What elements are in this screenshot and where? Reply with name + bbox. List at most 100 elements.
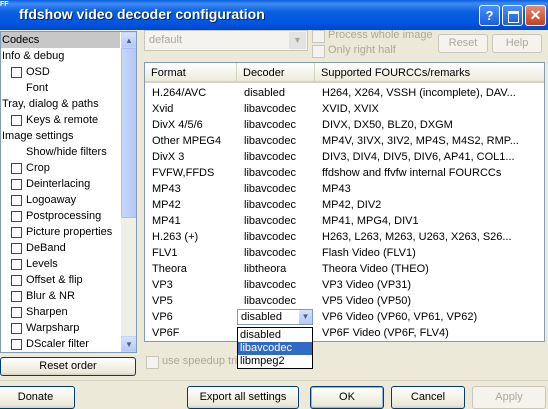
tree-item-label: DeBand [26,242,66,254]
tree-item[interactable]: Tray, dialog & paths [1,96,120,112]
codec-row[interactable]: Xvid libavcodec XVID, XVIX [145,101,544,117]
filter-checkbox[interactable] [11,211,22,222]
codec-row[interactable]: Theora libtheora Theora Video (THEO) [145,261,544,277]
help-title-button[interactable]: ? [479,5,500,26]
codec-row[interactable]: DivX 3 libavcodec DIV3, DIV4, DIV5, DIV6, … [145,149,544,165]
codec-row[interactable]: DivX 4/5/6 libavcodec DIVX, DX50, BLZ0, DX… [145,117,544,133]
codec-decoder[interactable]: libavcodec [237,293,315,309]
settings-tree[interactable]: Codecs Info & debug OSD Font Tray, dialog & … [0,31,137,353]
codec-row[interactable]: VP5 libavcodec VP5 Video (VP50) [145,293,544,309]
tree-item[interactable]: Show/hide filters [1,144,120,160]
codec-remarks: H264, X264, VSSH (incomplete), DAV... [322,87,516,99]
codec-row[interactable]: VP3 libavcodec VP3 Video (VP31) [145,277,544,293]
maximize-button[interactable] [502,5,523,26]
tree-item[interactable]: Picture properties [1,224,120,240]
codec-remarks: Flash Video (FLV1) [322,247,416,259]
header-format[interactable]: Format [145,63,237,81]
donate-button[interactable]: Donate [0,386,75,409]
codec-row[interactable]: VP6FlibavcodecVP6F Video (VP6F, FLV4) [145,325,544,341]
filter-checkbox[interactable] [11,195,22,206]
chevron-down-icon[interactable]: ▼ [299,310,312,324]
codec-row[interactable]: FLV1 libavcodec Flash Video (FLV1) [145,245,544,261]
scroll-down-icon[interactable]: ▼ [121,336,136,352]
codec-decoder[interactable]: libavcodec [237,181,315,197]
filter-checkbox[interactable] [11,227,22,238]
tree-item-label: Codecs [2,34,40,46]
filter-checkbox[interactable] [11,67,22,78]
codec-decoder[interactable]: libavcodec [237,149,315,165]
decoder-options[interactable]: disabled libavcodec libmpeg2 [237,327,313,369]
tree-item-label: Tray, dialog & paths [2,98,99,110]
tree-item[interactable]: Blur & NR [1,288,120,304]
tree-item[interactable]: Offset & flip [1,272,120,288]
codec-decoder[interactable]: libavcodec [237,133,315,149]
filter-checkbox[interactable] [11,163,22,174]
tree-item[interactable]: Info & debug [1,48,120,64]
filter-checkbox[interactable] [11,339,22,350]
codec-format: VP6 [152,311,173,323]
filter-checkbox[interactable] [11,291,22,302]
scroll-up-icon[interactable]: ▲ [121,32,136,48]
codec-decoder[interactable]: libavcodec [237,101,315,117]
filter-checkbox[interactable] [11,243,22,254]
ok-button[interactable]: OK [310,386,384,409]
tree-scrollbar[interactable]: ▲ ▼ [121,32,136,352]
filter-checkbox[interactable] [11,115,22,126]
tree-item[interactable]: Deinterlacing [1,176,120,192]
filter-checkbox[interactable] [11,307,22,318]
codec-list[interactable]: Format Decoder Supported FOURCCs/remarks… [144,62,545,342]
tree-item[interactable]: DScaler filter [1,336,120,352]
tree-item[interactable]: Logoaway [1,192,120,208]
export-all-settings-button[interactable]: Export all settings [187,386,299,409]
codec-decoder[interactable]: libavcodec [237,245,315,261]
tree-item-label: Logoaway [26,194,77,206]
scroll-thumb[interactable] [121,48,136,218]
title-bar[interactable]: FF ffdshow video decoder configuration ?… [0,0,548,30]
codec-row[interactable]: MP41 libavcodec MP41, MPG4, DIV1 [145,213,544,229]
codec-decoder[interactable]: libavcodec [237,213,315,229]
codec-row[interactable]: Other MPEG4 libavcodec MP4V, 3IVX, 3IV2, M… [145,133,544,149]
tree-item[interactable]: Levels [1,256,120,272]
codec-decoder[interactable]: libavcodec [237,165,315,181]
tree-item[interactable]: Postprocessing [1,208,120,224]
decoder-option[interactable]: libmpeg2 [238,355,312,368]
tree-item[interactable]: Image settings [1,128,120,144]
filter-checkbox[interactable] [11,259,22,270]
decoder-option[interactable]: disabled [238,329,312,342]
filter-checkbox[interactable] [11,179,22,190]
codec-row[interactable]: H.263 (+) libavcodec H263, L263, M263, U26… [145,229,544,245]
codec-decoder[interactable]: libavcodec [237,277,315,293]
codec-row[interactable]: MP42 libavcodec MP42, DIV2 [145,197,544,213]
codec-row[interactable]: H.264/AVC disabled H264, X264, VSSH (incom… [145,85,544,101]
tree-item[interactable]: Crop [1,160,120,176]
tree-item[interactable]: Sharpen [1,304,120,320]
tree-item[interactable]: DeBand [1,240,120,256]
tree-item[interactable]: Warpsharp [1,320,120,336]
codec-row[interactable]: MPEG1 MPEG1 codec [145,341,544,342]
codec-row[interactable]: VP6libavcodecVP6 Video (VP60, VP61, VP62… [145,309,544,325]
close-button[interactable]: ✕ [525,5,546,26]
codec-decoder[interactable]: libtheora [237,261,315,277]
tree-item-label: Keys & remote [26,114,99,126]
tree-item-label: Sharpen [26,306,68,318]
cancel-button[interactable]: Cancel [391,386,465,409]
tree-item[interactable]: Codecs [1,32,120,48]
tree-item[interactable]: Keys & remote [1,112,120,128]
tree-item-label: Blur & NR [26,290,75,302]
codec-decoder[interactable]: libavcodec [237,117,315,133]
decoder-combo-value: disabled [241,311,282,323]
header-remarks[interactable]: Supported FOURCCs/remarks [315,63,544,81]
codec-decoder[interactable]: disabled [237,85,315,101]
header-decoder[interactable]: Decoder [237,63,315,81]
reset-order-button[interactable]: Reset order [0,357,136,376]
codec-row[interactable]: MP43 libavcodec MP43 [145,181,544,197]
tree-item[interactable]: Font [1,80,120,96]
codec-row[interactable]: FVFW,FFDS libavcodec ffdshow and ffvfw int… [145,165,544,181]
tree-item[interactable]: OSD [1,64,120,80]
decoder-option[interactable]: libavcodec [238,342,312,355]
filter-checkbox[interactable] [11,323,22,334]
filter-checkbox[interactable] [11,275,22,286]
codec-decoder[interactable]: libavcodec [237,229,315,245]
decoder-combo[interactable]: disabled ▼ [237,309,313,325]
codec-decoder[interactable]: libavcodec [237,197,315,213]
